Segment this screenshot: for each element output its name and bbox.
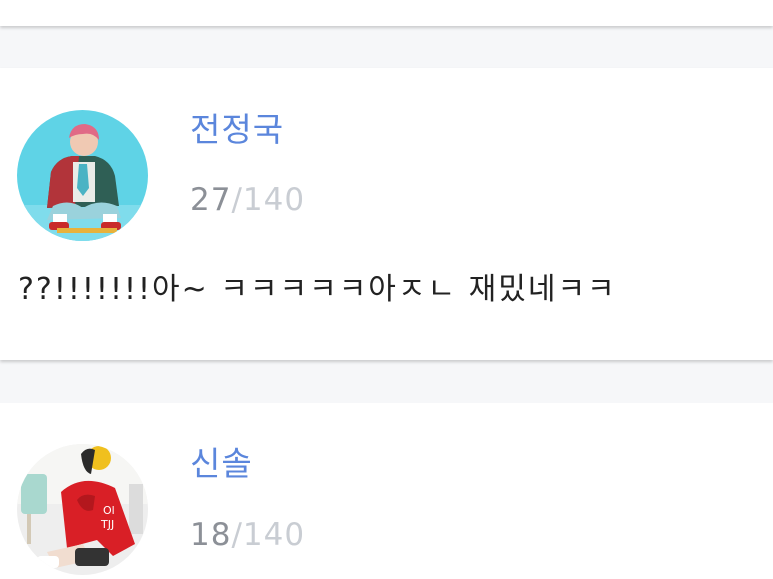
avatar-image: [17, 110, 148, 241]
feed: 전정국 27/140 ??!!!!!!!아~ ㅋㅋㅋㅋㅋ아ㅈㄴ 재밌네ㅋㅋ Ol…: [0, 0, 773, 579]
character-limit: 140: [242, 517, 306, 553]
svg-text:Ol: Ol: [103, 504, 115, 517]
avatar-image: Ol TJJ: [17, 444, 148, 575]
svg-text:TJJ: TJJ: [100, 518, 114, 531]
character-counter-separator: /: [231, 182, 243, 218]
character-limit: 140: [242, 182, 306, 218]
username[interactable]: 신솔: [190, 444, 253, 484]
character-count: 27: [190, 182, 232, 218]
character-count: 18: [190, 517, 232, 553]
character-counter: 18/140: [190, 515, 305, 555]
avatar[interactable]: Ol TJJ: [17, 444, 148, 575]
character-counter-separator: /: [231, 517, 243, 553]
previous-post-card: [0, 0, 773, 26]
avatar[interactable]: [17, 110, 148, 241]
username[interactable]: 전정국: [190, 110, 284, 150]
post-card[interactable]: 전정국 27/140 ??!!!!!!!아~ ㅋㅋㅋㅋㅋ아ㅈㄴ 재밌네ㅋㅋ: [0, 68, 773, 360]
post-message: ??!!!!!!!아~ ㅋㅋㅋㅋㅋ아ㅈㄴ 재밌네ㅋㅋ: [18, 272, 617, 307]
character-counter: 27/140: [190, 180, 305, 220]
post-card[interactable]: Ol TJJ 신솔 18/140: [0, 403, 773, 579]
